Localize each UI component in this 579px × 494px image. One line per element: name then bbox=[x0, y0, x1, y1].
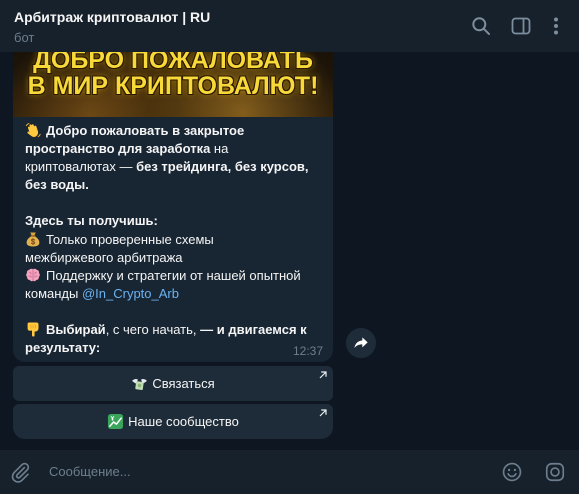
attach-icon[interactable] bbox=[9, 461, 31, 483]
banner-title-line-2: В МИР КРИПТОВАЛЮТ! bbox=[27, 72, 319, 100]
forward-icon bbox=[354, 337, 368, 348]
message-line: Только проверенные схемы bbox=[25, 231, 321, 249]
message-segment: — и двигаемся к bbox=[200, 322, 307, 338]
message-segment: результату: bbox=[25, 340, 101, 356]
message-photo[interactable]: ДОБРО ПОЖАЛОВАТЬ В МИР КРИПТОВАЛЮТ! bbox=[13, 52, 333, 117]
message-input[interactable] bbox=[49, 462, 479, 482]
chat-history[interactable]: ДОБРО ПОЖАЛОВАТЬ В МИР КРИПТОВАЛЮТ! Добр… bbox=[0, 52, 579, 450]
message-line: Добро пожаловать в закрытое bbox=[25, 122, 321, 140]
chat-subtitle: бот bbox=[14, 30, 35, 45]
search-icon[interactable] bbox=[471, 16, 491, 36]
message-time: 12:37 bbox=[292, 344, 323, 359]
link-arrow-icon bbox=[319, 371, 327, 379]
message-line: Выбирай, с чего начать, — и двигаемся к bbox=[25, 321, 321, 339]
message-line: результату: bbox=[25, 339, 321, 357]
message-line: криптовалютах — без трейдинга, без курсо… bbox=[25, 158, 321, 176]
inline-button-community[interactable]: Наше сообщество bbox=[13, 404, 333, 439]
message-line: команды @In_Crypto_Arb bbox=[25, 285, 321, 303]
message-segment: Добро пожаловать в закрытое bbox=[46, 123, 245, 138]
money-bag-icon bbox=[25, 231, 41, 247]
money-with-wings-icon bbox=[131, 375, 148, 392]
chat-header: Арбитраж криптовалют | RU бот bbox=[0, 0, 579, 52]
waving-hand-icon bbox=[25, 122, 41, 138]
message-segment: без трейдинга, без курсов, bbox=[136, 159, 309, 175]
more-vertical-icon[interactable] bbox=[546, 16, 566, 36]
message-segment: Поддержку и стратегии от нашей опытной bbox=[46, 267, 301, 283]
sidebar-toggle-icon[interactable] bbox=[511, 16, 531, 36]
message-line: межбиржевого арбитража bbox=[25, 249, 321, 267]
chat-title[interactable]: Арбитраж криптовалют | RU bbox=[14, 9, 210, 26]
message-line: без воды. bbox=[25, 176, 321, 194]
message-bubble[interactable]: ДОБРО ПОЖАЛОВАТЬ В МИР КРИПТОВАЛЮТ! Добр… bbox=[13, 52, 333, 363]
message-segment: Здесь ты получишь: bbox=[25, 213, 158, 229]
message-segment: команды bbox=[25, 285, 82, 301]
message-segment: криптовалютах — bbox=[25, 159, 137, 175]
message-line: Поддержку и стратегии от нашей опытной bbox=[25, 267, 321, 285]
brain-icon bbox=[25, 267, 41, 283]
message-composer bbox=[0, 450, 579, 494]
inline-button-label: Наше сообщество bbox=[128, 413, 239, 429]
forward-button[interactable] bbox=[346, 328, 376, 358]
mention-link[interactable]: @In_Crypto_Arb bbox=[82, 286, 179, 301]
message-text: Добро пожаловать в закрытое пространство… bbox=[13, 117, 333, 362]
message-line: Здесь ты получишь: bbox=[25, 212, 321, 230]
link-arrow-icon bbox=[319, 409, 327, 417]
inline-button-label: Связаться bbox=[152, 375, 215, 391]
pointing-down-icon bbox=[25, 321, 41, 337]
message-segment: пространство для заработка bbox=[25, 141, 211, 157]
message-segment: межбиржевого арбитража bbox=[25, 249, 183, 265]
message-line: пространство для заработка на bbox=[25, 140, 321, 158]
video-message-icon[interactable] bbox=[544, 461, 566, 483]
message-segment: Только проверенные схемы bbox=[46, 231, 214, 247]
message-segment: Выбирай bbox=[46, 322, 106, 338]
message-segment: на bbox=[210, 141, 229, 157]
message-segment: без воды. bbox=[25, 177, 89, 193]
emoji-icon[interactable] bbox=[501, 461, 523, 483]
inline-button-contact[interactable]: Связаться bbox=[13, 366, 333, 401]
banner-title-line-1: ДОБРО ПОЖАЛОВАТЬ bbox=[33, 52, 313, 74]
message-segment: , с чего начать, bbox=[105, 322, 201, 338]
chart-increasing-icon bbox=[107, 413, 124, 430]
